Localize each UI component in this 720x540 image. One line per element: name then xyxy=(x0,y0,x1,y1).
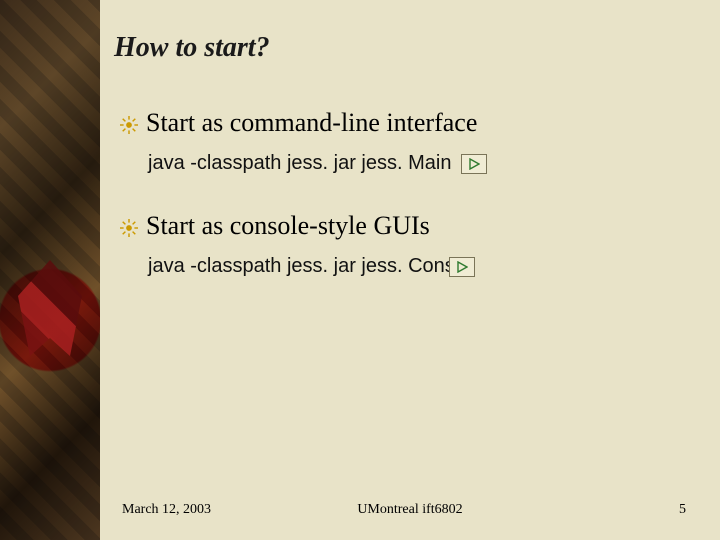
footer-page-number: 5 xyxy=(679,502,686,518)
run-button[interactable] xyxy=(449,257,475,277)
code-text: java -classpath jess. jar jess. Consc xyxy=(148,255,465,278)
bullet-heading: Start as console-style GUIs xyxy=(146,211,430,241)
play-triangle-icon xyxy=(468,158,480,170)
sun-burst-icon xyxy=(120,219,138,237)
bullet-item: Start as command-line interface xyxy=(120,108,696,138)
decorative-sidebar xyxy=(0,0,100,540)
play-triangle-icon xyxy=(456,261,468,273)
bullet-item: Start as console-style GUIs xyxy=(120,211,696,241)
code-line: java -classpath jess. jar jess. Consc xyxy=(148,255,696,278)
sun-burst-icon xyxy=(120,116,138,134)
slide-content: How to start? xyxy=(100,0,720,540)
bullet-heading: Start as command-line interface xyxy=(146,108,477,138)
slide-title: How to start? xyxy=(114,32,696,64)
code-text: java -classpath jess. jar jess. Main xyxy=(148,152,451,175)
footer-date: March 12, 2003 xyxy=(122,502,211,518)
code-line: java -classpath jess. jar jess. Main xyxy=(148,152,696,175)
run-button[interactable] xyxy=(461,154,487,174)
footer-center: UMontreal ift6802 xyxy=(357,502,462,518)
slide-footer: March 12, 2003 UMontreal ift6802 5 xyxy=(100,502,720,518)
